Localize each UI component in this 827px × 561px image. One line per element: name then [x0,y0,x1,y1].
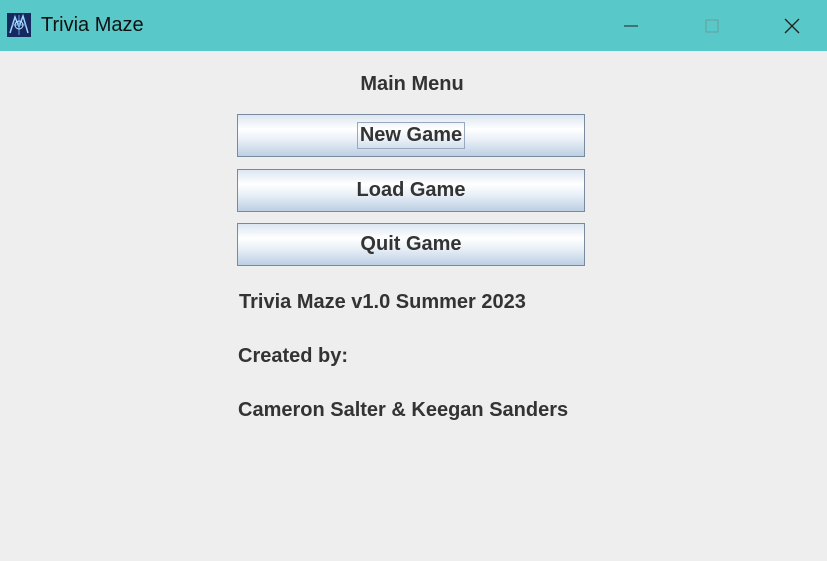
authors-text: Cameron Salter & Keegan Sanders [238,399,569,421]
close-icon [784,18,800,33]
minimize-button[interactable] [591,0,671,51]
maximize-icon [705,19,719,32]
trivia-maze-app-icon[interactable] [7,13,31,37]
created-by-label: Created by: [238,345,349,367]
new-game-label: New Game [356,122,466,149]
main-menu-heading: Main Menu [360,73,464,95]
load-game-label: Load Game [356,179,466,201]
new-game-button[interactable]: New Game [237,114,585,157]
quit-game-label: Quit Game [360,233,462,255]
close-button[interactable] [752,0,827,51]
title-bar[interactable]: Trivia Maze [0,0,827,51]
main-panel: Main Menu New Game Load Game Quit Game T… [0,51,827,561]
app-window: Trivia Maze Main Menu New Game Load Game [0,0,827,561]
load-game-button[interactable]: Load Game [237,169,585,212]
window-title: Trivia Maze [41,14,144,36]
maximize-button[interactable] [672,0,752,51]
minimize-icon [624,25,638,26]
quit-game-button[interactable]: Quit Game [237,223,585,266]
version-text: Trivia Maze v1.0 Summer 2023 [239,291,526,313]
